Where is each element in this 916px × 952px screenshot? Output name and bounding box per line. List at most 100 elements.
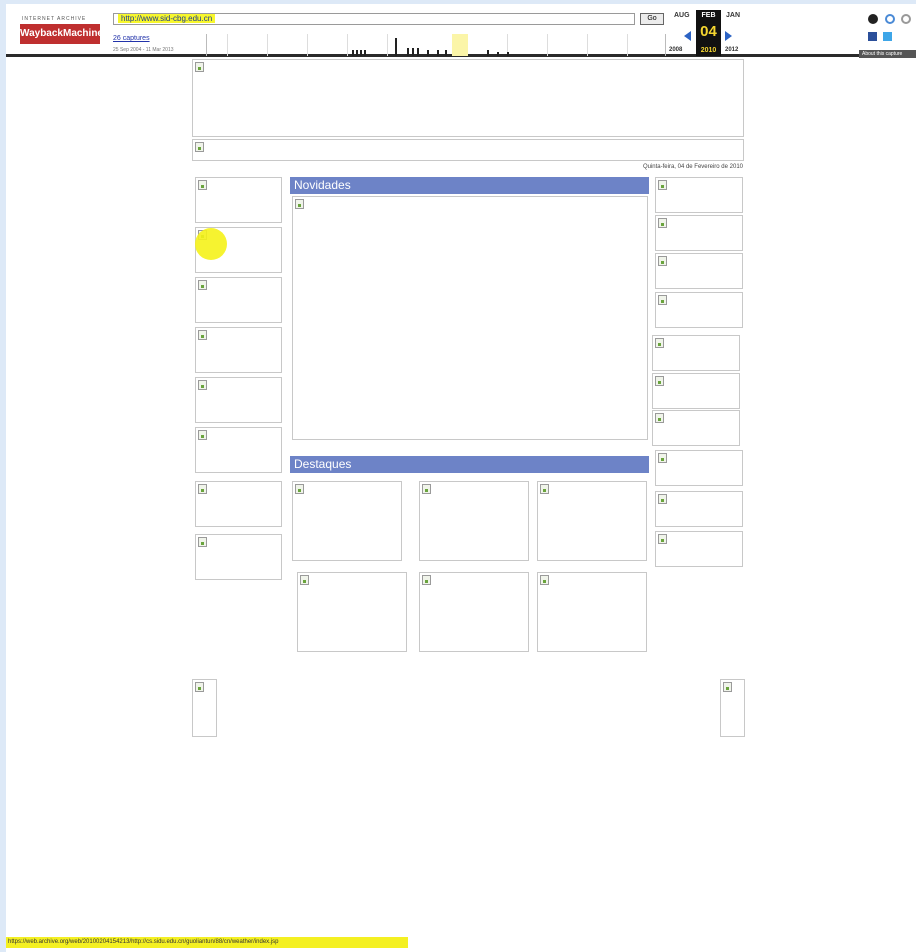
current-capture: FEB 04 2010 [696, 10, 721, 56]
broken-image-icon [658, 534, 667, 544]
broken-image-icon [658, 218, 667, 228]
broken-image-icon [723, 682, 732, 692]
sparkline-bar [437, 50, 439, 56]
sparkline-bar [417, 48, 419, 56]
right-nav-image[interactable] [655, 531, 743, 567]
window-left-edge [0, 0, 6, 952]
right-nav-image[interactable] [655, 177, 743, 213]
left-nav-image[interactable] [195, 377, 282, 423]
left-nav-image[interactable] [195, 277, 282, 323]
destaque-image[interactable] [537, 572, 647, 652]
broken-image-icon [658, 180, 667, 190]
wayback-url-input[interactable]: http://www.sid-cbg.edu.cn [113, 13, 635, 25]
right-nav-image[interactable] [652, 335, 740, 371]
close-icon[interactable] [901, 14, 911, 24]
destaque-image[interactable] [419, 481, 529, 561]
left-nav-image[interactable] [195, 177, 282, 223]
broken-image-icon [198, 430, 207, 440]
left-nav-image[interactable] [195, 534, 282, 580]
broken-image-icon [422, 575, 431, 585]
sparkline-grid [547, 34, 548, 56]
browser-status-bar: https://web.archive.org/web/201002041542… [6, 937, 408, 948]
capture-range: 25 Sep 2004 - 11 Mar 2013 [113, 47, 174, 53]
current-day: 04 [700, 23, 717, 40]
next-year-label[interactable]: 2012 [725, 47, 738, 53]
wayback-logo[interactable]: WaybackMachine [20, 24, 103, 44]
wayback-toolbar: INTERNET ARCHIVE WaybackMachine http://w… [6, 4, 916, 58]
novidades-header: Novidades [290, 177, 649, 194]
broken-image-icon [658, 256, 667, 266]
page-date: Quinta-feira, 04 de Fevereiro de 2010 [642, 164, 743, 170]
user-icon[interactable] [868, 14, 878, 24]
sparkline-bar [412, 48, 414, 56]
sparkline-grid [227, 34, 228, 56]
broken-image-icon [655, 376, 664, 386]
sparkline-grid [307, 34, 308, 56]
broken-image-icon [198, 380, 207, 390]
sparkline-bar [356, 50, 358, 56]
capture-sparkline[interactable] [206, 34, 666, 56]
footer-left-image [192, 679, 217, 737]
highlight-marker [195, 228, 227, 260]
sparkline-grid [587, 34, 588, 56]
next-capture-arrow-icon[interactable] [725, 31, 732, 41]
destaque-image[interactable] [292, 481, 402, 561]
sparkline-bar [445, 50, 447, 56]
broken-image-icon [655, 413, 664, 423]
twitter-icon[interactable] [883, 32, 892, 41]
sparkline-grid [627, 34, 628, 56]
broken-image-icon [198, 330, 207, 340]
broken-image-icon [422, 484, 431, 494]
prev-capture-arrow-icon[interactable] [684, 31, 691, 41]
right-nav-image[interactable] [655, 292, 743, 328]
facebook-icon[interactable] [868, 32, 877, 41]
right-nav-image[interactable] [652, 373, 740, 409]
left-nav-image[interactable] [195, 427, 282, 473]
broken-image-icon [198, 180, 207, 190]
internet-archive-label: INTERNET ARCHIVE [22, 16, 87, 22]
right-nav-image[interactable] [655, 450, 743, 486]
right-nav-image[interactable] [655, 215, 743, 251]
sparkline-grid [387, 34, 388, 56]
next-month-label[interactable]: JAN [726, 12, 740, 19]
sparkline-bar [427, 50, 429, 56]
prev-month-label[interactable]: AUG [674, 12, 690, 19]
destaque-image[interactable] [537, 481, 647, 561]
captures-link[interactable]: 26 captures [113, 35, 150, 42]
right-nav-image[interactable] [655, 253, 743, 289]
header-banner-image [192, 59, 744, 137]
sparkline-bar [360, 50, 362, 56]
broken-image-icon [540, 484, 549, 494]
sparkline-bar [395, 38, 397, 56]
sparkline-grid [347, 34, 348, 56]
go-button[interactable]: Go [640, 13, 664, 25]
about-capture-button[interactable]: About this capture [859, 50, 916, 58]
prev-year-label[interactable]: 2008 [669, 47, 682, 53]
sparkline-bar [352, 50, 354, 56]
destaque-image[interactable] [419, 572, 529, 652]
broken-image-icon [655, 338, 664, 348]
menu-banner-image [192, 139, 744, 161]
broken-image-icon [658, 453, 667, 463]
right-nav-image[interactable] [652, 410, 740, 446]
broken-image-icon [295, 484, 304, 494]
broken-image-icon [195, 62, 204, 72]
broken-image-icon [295, 199, 304, 209]
current-year: 2010 [700, 47, 717, 54]
destaques-header: Destaques [290, 456, 649, 473]
destaque-image[interactable] [297, 572, 407, 652]
broken-image-icon [198, 484, 207, 494]
left-nav-image[interactable] [195, 327, 282, 373]
broken-image-icon [198, 280, 207, 290]
sparkline-bar [487, 50, 489, 56]
wayback-logo-text: WaybackMachine [20, 28, 103, 39]
left-nav-image[interactable] [195, 481, 282, 527]
broken-image-icon [195, 682, 204, 692]
broken-image-icon [195, 142, 204, 152]
broken-image-icon [300, 575, 309, 585]
footer-right-image [720, 679, 745, 737]
broken-image-icon [658, 494, 667, 504]
right-nav-image[interactable] [655, 491, 743, 527]
help-icon[interactable] [885, 14, 895, 24]
sparkline-bar [407, 48, 409, 56]
